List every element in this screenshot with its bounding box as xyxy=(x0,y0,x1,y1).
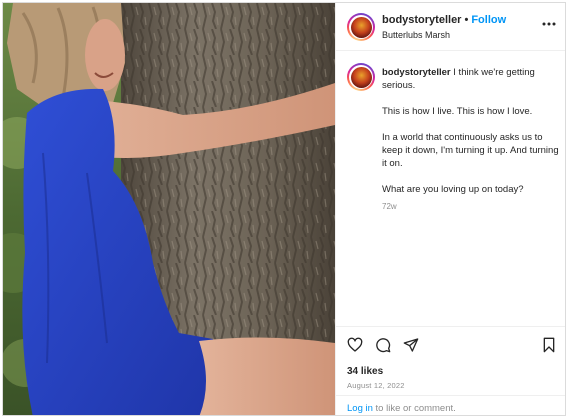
login-prompt: Log in to like or comment. xyxy=(336,395,565,415)
caption-timestamp[interactable]: 72w xyxy=(382,200,560,213)
likes-count[interactable]: 34 likes xyxy=(347,366,383,377)
caption-paragraph: This is how I live. This is how I love. xyxy=(382,106,533,117)
avatar[interactable] xyxy=(347,13,375,41)
login-text: Log in to like or comment. xyxy=(347,403,456,414)
actions-bar: 34 likes August 12, 2022 Log in to like … xyxy=(336,326,565,415)
separator-dot: • xyxy=(464,14,469,26)
caption-username[interactable]: bodystoryteller xyxy=(382,67,451,78)
header-username[interactable]: bodystoryteller xyxy=(382,14,461,26)
post-side-panel: bodystoryteller • Follow Butterlubs Marsh … xyxy=(335,3,565,415)
bookmark-icon[interactable] xyxy=(541,337,557,353)
location-link[interactable]: Butterlubs Marsh xyxy=(382,30,450,40)
follow-button[interactable]: Follow xyxy=(471,14,506,26)
comment-icon[interactable] xyxy=(375,337,391,353)
caption-paragraph: What are you loving up on today? xyxy=(382,184,524,195)
heart-icon[interactable] xyxy=(347,337,363,353)
caption-paragraph: In a world that continuously asks us to … xyxy=(382,132,559,169)
caption-section: bodystoryteller I think we're getting se… xyxy=(336,52,565,326)
post-photo[interactable] xyxy=(3,3,335,415)
caption-avatar[interactable] xyxy=(347,63,375,91)
instagram-post: bodystoryteller • Follow Butterlubs Marsh … xyxy=(2,2,566,416)
header-username-row: bodystoryteller • Follow xyxy=(382,14,506,26)
share-icon[interactable] xyxy=(403,337,419,353)
login-rest: to like or comment. xyxy=(372,403,456,414)
post-date[interactable]: August 12, 2022 xyxy=(347,381,405,390)
more-options-icon[interactable] xyxy=(542,21,556,27)
post-header: bodystoryteller • Follow Butterlubs Marsh xyxy=(336,3,565,51)
login-link[interactable]: Log in xyxy=(347,403,373,414)
caption-text: bodystoryteller I think we're getting se… xyxy=(382,66,560,213)
